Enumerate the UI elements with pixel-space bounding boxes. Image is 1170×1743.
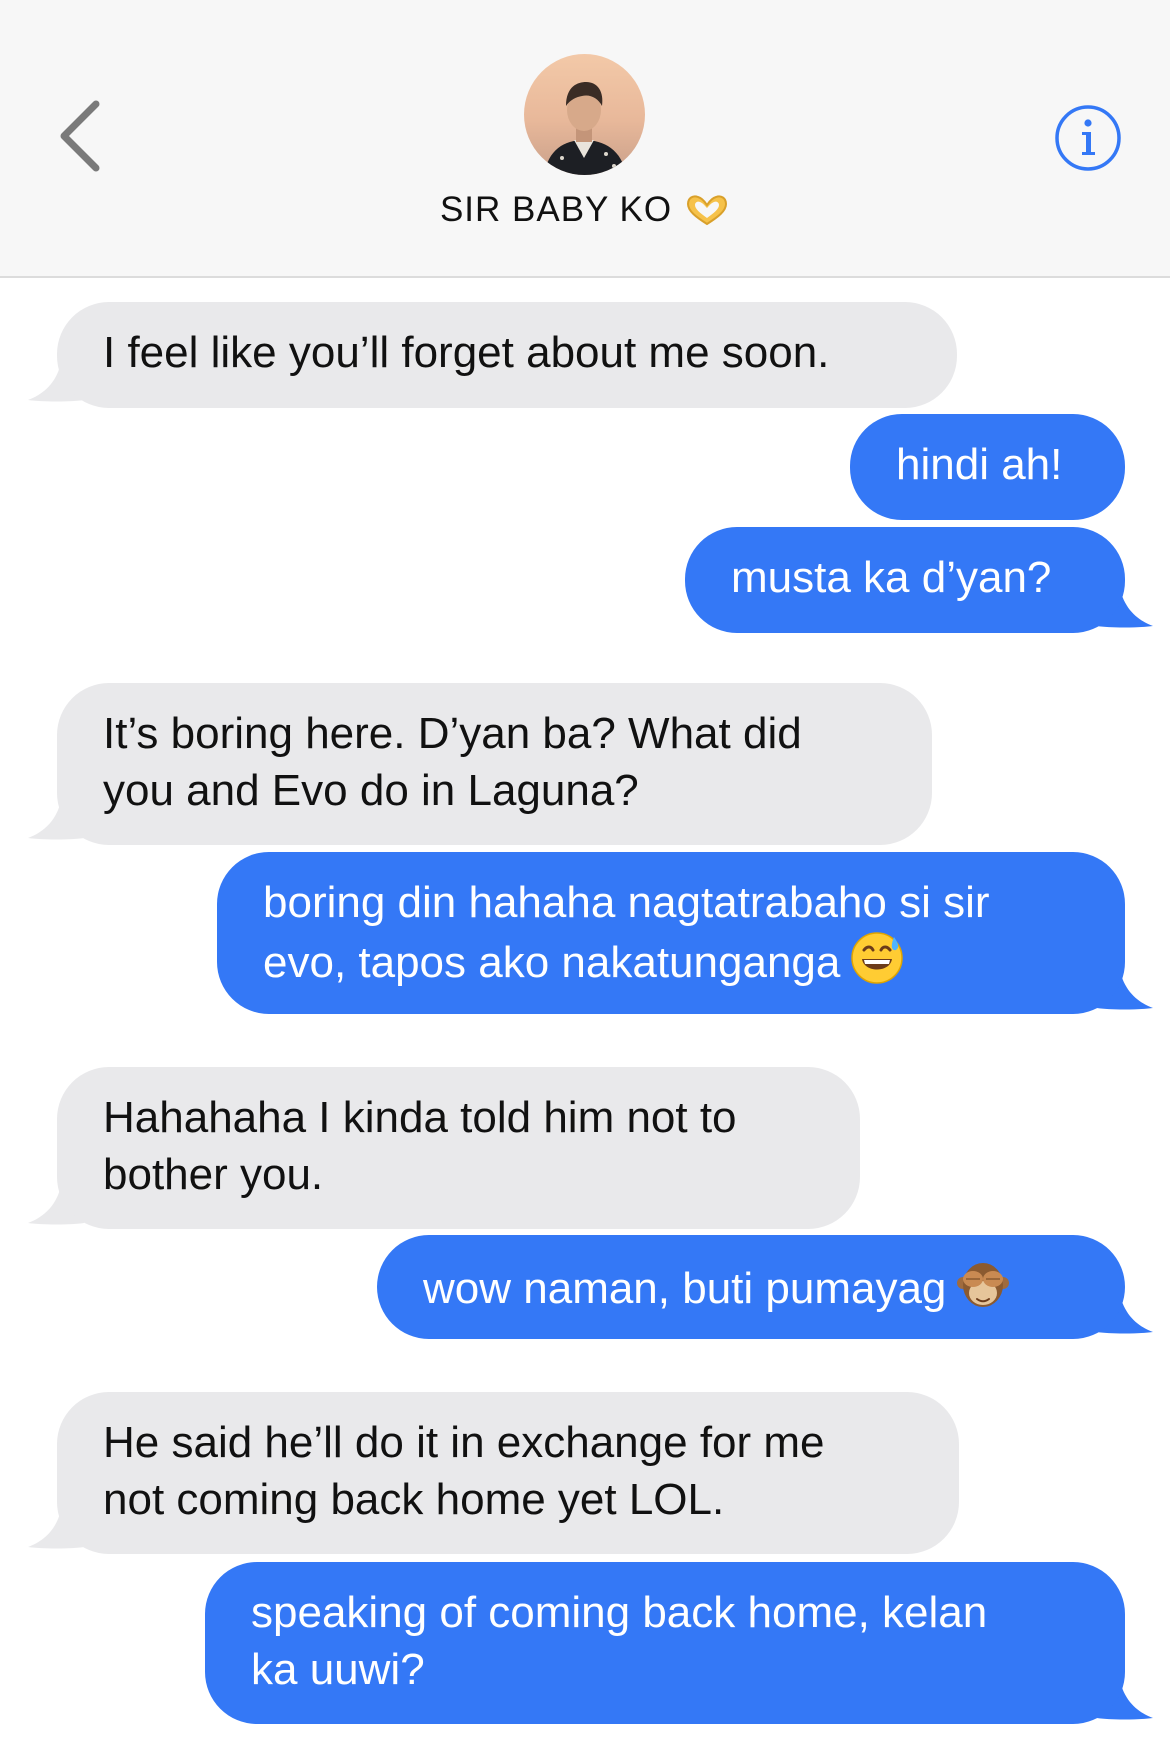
- message-bubble-incoming[interactable]: It’s boring here. D’yan ba? What did you…: [57, 683, 932, 845]
- message-text-line: you and Evo do in Laguna?: [103, 766, 639, 815]
- message-bubble-outgoing[interactable]: speaking of coming back home, kelan ka u…: [205, 1562, 1125, 1724]
- message-text: wow naman, buti pumayag: [423, 1264, 947, 1313]
- heart-hands-icon: [684, 193, 730, 227]
- avatar-photo: [524, 54, 645, 175]
- message-bubble-incoming[interactable]: Hahahaha I kinda told him not to bother …: [57, 1067, 860, 1229]
- message-bubble-incoming[interactable]: I feel like you’ll forget about me soon.: [57, 302, 957, 408]
- message-text-line: Hahahaha I kinda told him not to: [103, 1093, 737, 1142]
- message-text-line: He said he’ll do it in exchange for me: [103, 1418, 825, 1467]
- message-text: hindi ah!: [896, 440, 1063, 489]
- info-button[interactable]: [1054, 104, 1122, 172]
- back-button[interactable]: [52, 96, 106, 176]
- chevron-left-icon: [60, 100, 100, 172]
- message-bubble-incoming[interactable]: He said he’ll do it in exchange for me n…: [57, 1392, 959, 1554]
- message-text-line: bother you.: [103, 1150, 324, 1199]
- conversation-header: SIR BABY KO: [0, 0, 1170, 278]
- message-bubble-outgoing[interactable]: boring din hahaha nagtatrabaho si sir ev…: [217, 852, 1125, 1014]
- message-text-line: boring din hahaha nagtatrabaho si sir: [263, 878, 990, 927]
- message-text-line: ka uuwi?: [251, 1645, 425, 1694]
- message-text: I feel like you’ll forget about me soon.: [103, 328, 830, 377]
- contact-avatar[interactable]: [524, 54, 645, 175]
- grinning-sweat-emoji-icon: [850, 931, 904, 985]
- contact-name[interactable]: SIR BABY KO: [0, 188, 1170, 230]
- message-text-line: evo, tapos ako nakatunganga: [263, 938, 841, 987]
- message-bubble-outgoing[interactable]: hindi ah!: [850, 414, 1125, 520]
- message-text: musta ka d’yan?: [731, 553, 1052, 602]
- message-bubble-outgoing[interactable]: wow naman, buti pumayag: [377, 1235, 1125, 1339]
- message-bubble-outgoing[interactable]: musta ka d’yan?: [685, 527, 1125, 633]
- message-text-line: It’s boring here. D’yan ba? What did: [103, 709, 802, 758]
- message-text-line: speaking of coming back home, kelan: [251, 1588, 988, 1637]
- contact-name-text: SIR BABY KO: [439, 189, 673, 229]
- see-no-evil-monkey-emoji-icon: [956, 1257, 1010, 1311]
- message-text-line: not coming back home yet LOL.: [103, 1475, 725, 1524]
- info-icon: [1055, 105, 1121, 171]
